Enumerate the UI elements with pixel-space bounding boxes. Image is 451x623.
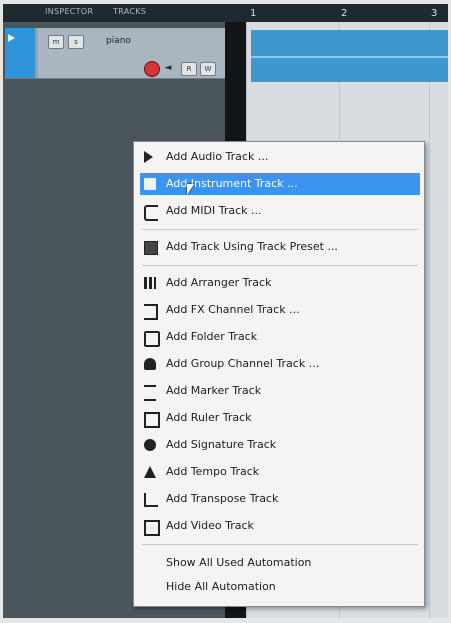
menu-item-label: Add Tempo Track	[166, 465, 260, 478]
clip-content	[251, 56, 448, 58]
menu-item-add-marker-track[interactable]: Add Marker Track	[140, 380, 420, 402]
menu-item-add-arranger-track[interactable]: Add Arranger Track	[140, 272, 420, 294]
menu-item-add-fx-channel-track[interactable]: Add FX Channel Track ...	[140, 299, 420, 321]
solo-button[interactable]: s	[68, 35, 84, 49]
ruler-mark-2[interactable]: 2	[341, 8, 347, 19]
menu-item-add-video-track[interactable]: Add Video Track	[140, 515, 420, 537]
menu-item-label: Add Ruler Track	[166, 411, 252, 424]
mouse-cursor-icon	[187, 184, 194, 195]
menu-item-add-audio-track[interactable]: Add Audio Track ...	[140, 146, 420, 168]
instrument-icon	[144, 178, 156, 190]
signature-icon	[144, 439, 156, 451]
midi-part[interactable]	[251, 30, 448, 82]
menu-item-label: Add Instrument Track ...	[166, 177, 298, 190]
read-automation-button[interactable]: R	[181, 62, 197, 76]
header-bar: INSPECTOR TRACKS 1 2 3	[3, 4, 448, 22]
menu-item-add-folder-track[interactable]: Add Folder Track	[140, 326, 420, 348]
menu-item-label: Hide All Automation	[166, 580, 276, 593]
menu-item-add-group-channel-track[interactable]: Add Group Channel Track ...	[140, 353, 420, 375]
menu-item-label: Add FX Channel Track ...	[166, 303, 300, 316]
menu-separator	[142, 265, 418, 266]
track-name[interactable]: piano	[106, 36, 131, 46]
play-icon	[144, 151, 153, 163]
folder-icon	[144, 331, 160, 347]
menu-item-show-all-used-automation[interactable]: Show All Used Automation	[140, 552, 420, 574]
track-preset-icon	[144, 241, 158, 255]
track-select-strip[interactable]	[5, 28, 35, 78]
menu-separator	[142, 544, 418, 545]
transpose-icon	[144, 493, 158, 507]
arranger-icon	[144, 277, 156, 289]
ruler-mark-3[interactable]: 3	[431, 8, 437, 19]
menu-item-add-transpose-track[interactable]: Add Transpose Track	[140, 488, 420, 510]
track-row-piano[interactable]: m s piano ◄ R W	[5, 28, 225, 79]
bar-gridline	[429, 22, 430, 618]
menu-item-hide-all-automation[interactable]: Hide All Automation	[140, 576, 420, 598]
menu-item-add-instrument-track[interactable]: Add Instrument Track ...	[140, 173, 420, 195]
track-header[interactable]: m s piano ◄ R W	[38, 28, 225, 78]
menu-item-label: Add Track Using Track Preset ...	[166, 240, 338, 253]
video-icon	[144, 520, 160, 536]
track-expand-icon[interactable]	[8, 34, 15, 42]
midi-icon	[144, 205, 158, 221]
menu-item-label: Add Group Channel Track ...	[166, 357, 320, 370]
mute-button[interactable]: m	[48, 35, 64, 49]
write-automation-button[interactable]: W	[200, 62, 216, 76]
inspector-header[interactable]: INSPECTOR	[45, 7, 93, 16]
menu-item-label: Add Audio Track ...	[166, 150, 269, 163]
menu-item-add-track-using-preset[interactable]: Add Track Using Track Preset ...	[140, 236, 420, 258]
tempo-icon	[144, 466, 156, 478]
group-channel-icon	[144, 358, 156, 370]
menu-item-label: Add Folder Track	[166, 330, 258, 343]
menu-item-label: Show All Used Automation	[166, 556, 312, 569]
menu-item-add-midi-track[interactable]: Add MIDI Track ...	[140, 200, 420, 222]
add-track-context-menu: Add Audio Track ... Add Instrument Track…	[133, 141, 425, 607]
menu-item-label: Add Video Track	[166, 519, 254, 532]
fx-channel-icon	[144, 304, 158, 320]
marker-icon	[144, 385, 156, 401]
menu-item-label: Add Signature Track	[166, 438, 277, 451]
ruler-icon	[144, 412, 160, 428]
tracks-header[interactable]: TRACKS	[113, 7, 146, 16]
menu-item-add-signature-track[interactable]: Add Signature Track	[140, 434, 420, 456]
menu-item-label: Add Marker Track	[166, 384, 262, 397]
menu-item-label: Add Transpose Track	[166, 492, 279, 505]
menu-item-add-ruler-track[interactable]: Add Ruler Track	[140, 407, 420, 429]
menu-item-add-tempo-track[interactable]: Add Tempo Track	[140, 461, 420, 483]
menu-item-label: Add MIDI Track ...	[166, 204, 262, 217]
menu-item-label: Add Arranger Track	[166, 276, 272, 289]
monitor-button[interactable]: ◄	[162, 62, 174, 74]
menu-separator	[142, 229, 418, 230]
record-enable-button[interactable]	[144, 61, 160, 77]
ruler-mark-1[interactable]: 1	[250, 8, 256, 19]
